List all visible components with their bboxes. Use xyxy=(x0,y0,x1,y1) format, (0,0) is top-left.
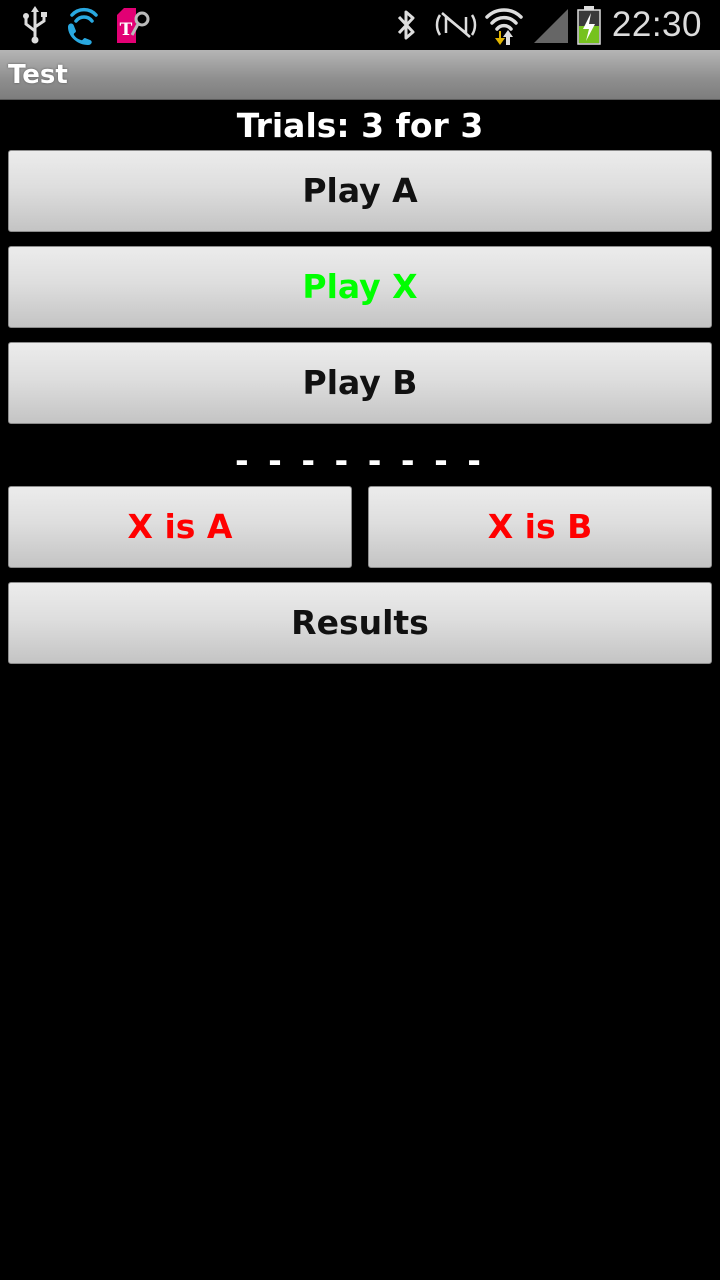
signal-icon xyxy=(534,9,568,43)
wifi-call-icon xyxy=(68,7,98,45)
app-title-bar: Test xyxy=(0,50,720,100)
results-button[interactable]: Results xyxy=(8,582,712,664)
app-title: Test xyxy=(8,60,68,90)
status-clock: 22:30 xyxy=(611,5,702,44)
status-bar: T 22:30 xyxy=(0,0,720,50)
battery-charging-icon xyxy=(577,6,601,45)
carrier-app-icon: T xyxy=(117,8,150,43)
play-a-button[interactable]: Play A xyxy=(8,150,712,232)
play-x-button[interactable]: Play X xyxy=(8,246,712,328)
svg-text:T: T xyxy=(120,20,133,40)
trials-counter: Trials: 3 for 3 xyxy=(236,106,484,145)
usb-icon xyxy=(23,6,47,44)
x-is-b-button[interactable]: X is B xyxy=(368,486,712,568)
wifi-icon xyxy=(485,8,523,45)
nfc-icon xyxy=(435,12,477,38)
x-is-a-button[interactable]: X is A xyxy=(8,486,352,568)
play-b-button[interactable]: Play B xyxy=(8,342,712,424)
separator-dashes: - - - - - - - - xyxy=(235,441,485,480)
bluetooth-icon xyxy=(397,10,415,40)
